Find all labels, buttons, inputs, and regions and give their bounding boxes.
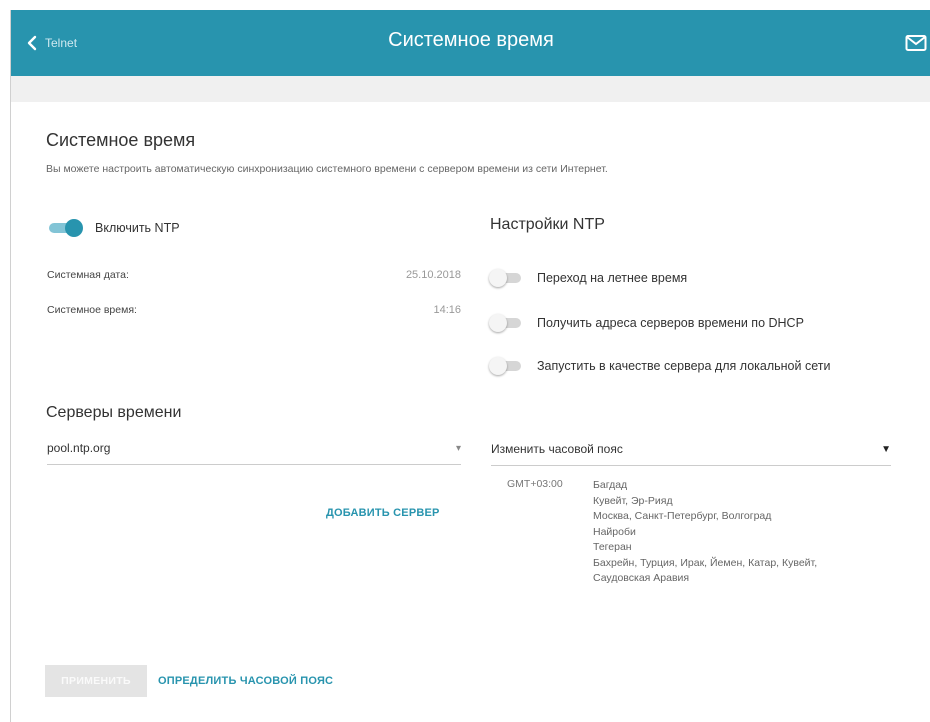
timezone-city: Багдад bbox=[593, 479, 628, 491]
local-server-label: Запустить в качестве сервера для локальн… bbox=[537, 359, 831, 373]
toggle-switch[interactable] bbox=[47, 219, 83, 237]
dhcp-ntp-label: Получить адреса серверов времени по DHCP bbox=[537, 316, 804, 330]
main-content: Системное время Вы можете настроить авто… bbox=[11, 102, 930, 722]
timezone-cities: Багдад Кувейт, Эр-Рияд Москва, Санкт-Пет… bbox=[593, 478, 817, 587]
time-servers-title: Серверы времени bbox=[46, 404, 182, 421]
section-description: Вы можете настроить автоматическую синхр… bbox=[46, 163, 608, 175]
timezone-select-label: Изменить часовой пояс bbox=[491, 442, 623, 456]
timezone-city: Найроби bbox=[593, 525, 636, 538]
enable-ntp-toggle[interactable]: Включить NTP bbox=[47, 219, 180, 237]
toggle-switch[interactable] bbox=[489, 357, 525, 375]
timezone-city: Москва, Санкт-Петербург, Волгоград bbox=[593, 510, 772, 522]
ntp-settings-title: Настройки NTP bbox=[490, 216, 605, 233]
header-bar: Telnet Системное время bbox=[11, 10, 930, 76]
system-date-value: 25.10.2018 bbox=[405, 269, 461, 281]
local-server-toggle[interactable]: Запустить в качестве сервера для локальн… bbox=[489, 357, 830, 375]
timezone-city: Тегеран bbox=[593, 541, 632, 553]
add-server-button[interactable]: ДОБАВИТЬ СЕРВЕР bbox=[326, 507, 440, 519]
dst-label: Переход на летнее время bbox=[537, 271, 688, 285]
system-time-label: Системное время: bbox=[47, 304, 137, 316]
timezone-city: Кувейт, Эр-Рияд bbox=[593, 494, 673, 507]
system-date-label: Системная дата: bbox=[47, 269, 129, 281]
detect-timezone-button[interactable]: ОПРЕДЕЛИТЬ ЧАСОВОЙ ПОЯС bbox=[158, 675, 333, 687]
timezone-city: Саудовская Аравия bbox=[593, 572, 690, 584]
system-time-value: 14:16 bbox=[433, 304, 461, 316]
timezone-city: Бахрейн, Турция, Ирак, Йемен, Катар, Кув… bbox=[593, 556, 818, 569]
mail-icon[interactable] bbox=[905, 34, 927, 52]
dhcp-ntp-toggle[interactable]: Получить адреса серверов времени по DHCP bbox=[489, 314, 804, 332]
timezone-offset: GMT+03:00 bbox=[507, 478, 563, 490]
page-title: Системное время bbox=[388, 29, 554, 51]
sub-bar bbox=[11, 76, 930, 103]
dst-toggle[interactable]: Переход на летнее время bbox=[489, 269, 687, 287]
enable-ntp-label: Включить NTP bbox=[95, 221, 180, 235]
section-title: Системное время bbox=[46, 130, 196, 150]
caret-down-icon: ▾ bbox=[455, 442, 461, 454]
ntp-server-select[interactable]: pool.ntp.org ▾ bbox=[47, 432, 461, 465]
app-frame: Telnet Системное время Системное время В… bbox=[10, 10, 930, 722]
caret-down-icon: ▼ bbox=[881, 443, 891, 455]
toggle-switch[interactable] bbox=[489, 269, 525, 287]
apply-button[interactable]: ПРИМЕНИТЬ bbox=[45, 665, 147, 697]
ntp-server-value: pool.ntp.org bbox=[47, 441, 111, 455]
timezone-select[interactable]: Изменить часовой пояс ▼ bbox=[491, 433, 891, 466]
toggle-switch[interactable] bbox=[489, 314, 525, 332]
